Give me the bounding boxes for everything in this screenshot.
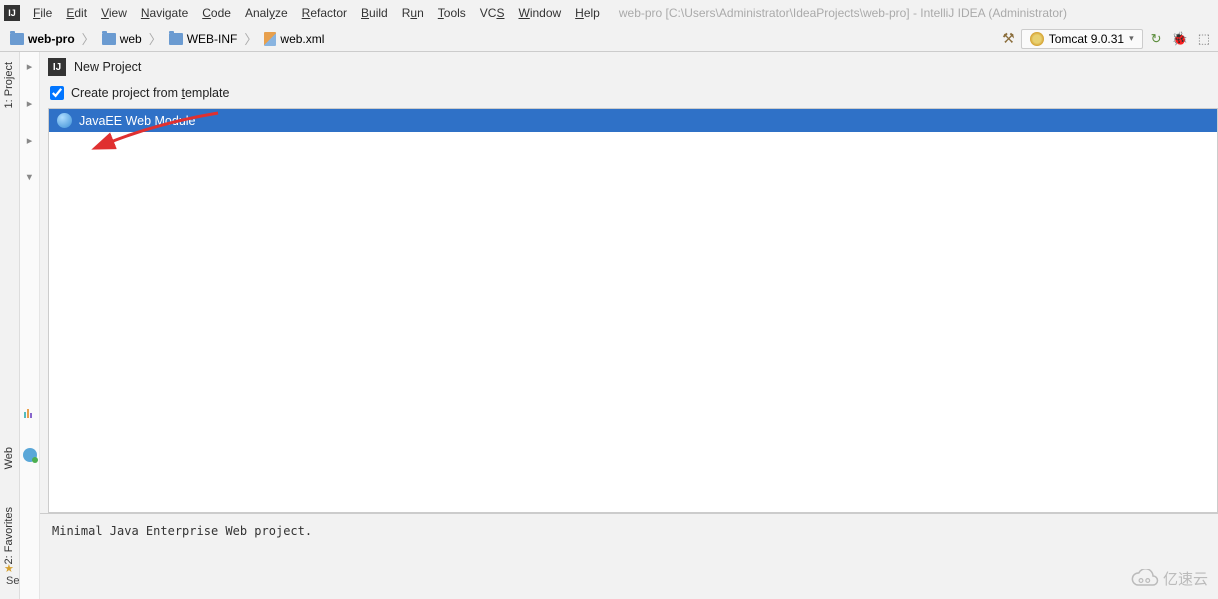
breadcrumb-separator: 〉: [149, 29, 162, 48]
new-project-dialog: IJ New Project Create project from templ…: [40, 52, 1218, 599]
menubar: IJ FileEditViewNavigateCodeAnalyzeRefact…: [0, 0, 1218, 26]
breadcrumb-label: web.xml: [280, 32, 324, 46]
left-tool-gutter: 1: Project Web 2: Favorites ★: [0, 52, 20, 599]
menu-run[interactable]: Run: [395, 3, 431, 23]
watermark-text: 亿速云: [1163, 568, 1208, 589]
chevron-right-icon[interactable]: ▸: [27, 97, 33, 110]
folder-icon: [169, 33, 183, 45]
main-area: 1: Project Web 2: Favorites ★ ▸ ▸ ▸ ▸ IJ…: [0, 52, 1218, 599]
menu-build[interactable]: Build: [354, 3, 395, 23]
rerun-icon[interactable]: ↻: [1149, 31, 1164, 47]
chevron-right-icon[interactable]: ▸: [27, 60, 33, 73]
breadcrumb-item[interactable]: web.xml: [260, 30, 328, 48]
tomcat-icon: [1030, 32, 1044, 46]
template-label: JavaEE Web Module: [79, 114, 196, 128]
star-icon: ★: [4, 562, 14, 575]
breadcrumb-item[interactable]: web: [98, 30, 146, 48]
folder-icon: [102, 33, 116, 45]
menu-tools[interactable]: Tools: [431, 3, 473, 23]
menu-analyze[interactable]: Analyze: [238, 3, 295, 23]
menu-vcs[interactable]: VCS: [473, 3, 512, 23]
dialog-titlebar: IJ New Project: [40, 52, 1218, 82]
template-list[interactable]: JavaEE Web Module: [48, 108, 1218, 513]
template-description: Minimal Java Enterprise Web project.: [40, 513, 1218, 548]
breadcrumb-label: web-pro: [28, 32, 75, 46]
template-checkbox-label: Create project from template: [71, 86, 229, 100]
build-icon[interactable]: ⚒: [1002, 30, 1015, 47]
server-status-icon[interactable]: [23, 448, 37, 462]
breadcrumb-item[interactable]: WEB-INF: [165, 30, 242, 48]
intellij-icon: IJ: [48, 58, 66, 76]
menu-help[interactable]: Help: [568, 3, 607, 23]
globe-icon: [57, 113, 72, 128]
folder-icon: [10, 33, 24, 45]
chevron-right-icon[interactable]: ▸: [27, 134, 33, 147]
template-item[interactable]: JavaEE Web Module: [49, 109, 1217, 132]
stop-icon[interactable]: ⬚: [1196, 31, 1212, 47]
toolwindow-favorites-tab[interactable]: 2: Favorites: [3, 507, 15, 564]
file-icon: [264, 32, 276, 46]
watermark: 亿速云: [1129, 568, 1208, 589]
menu-window[interactable]: Window: [511, 3, 568, 23]
cloud-icon: [1129, 569, 1159, 589]
toolwindow-web-tab[interactable]: Web: [3, 447, 15, 469]
menu-navigate[interactable]: Navigate: [134, 3, 195, 23]
navbar: web-pro 〉 web 〉 WEB-INF 〉 web.xml ⚒ Tomcat 9.0…: [0, 26, 1218, 52]
run-toolbar: ⚒ Tomcat 9.0.31 ▾ ↻ 🐞 ⬚: [1002, 29, 1212, 49]
create-from-template-checkbox[interactable]: Create project from template: [40, 82, 1218, 108]
menu-code[interactable]: Code: [195, 3, 238, 23]
window-title: web-pro [C:\Users\Administrator\IdeaProj…: [619, 6, 1067, 20]
search-everywhere-label[interactable]: Se: [6, 575, 19, 587]
run-debug-icon[interactable]: 🐞: [1170, 31, 1190, 47]
menu-file[interactable]: File: [26, 3, 59, 23]
toolwindow-project-tab[interactable]: 1: Project: [3, 62, 15, 108]
breadcrumb-label: web: [120, 32, 142, 46]
editor-gutter: ▸ ▸ ▸ ▸: [20, 52, 40, 599]
menu-edit[interactable]: Edit: [59, 3, 94, 23]
chevron-down-icon[interactable]: ▸: [23, 175, 36, 181]
dialog-title: New Project: [74, 60, 141, 74]
template-checkbox-input[interactable]: [50, 86, 64, 100]
run-config-selector[interactable]: Tomcat 9.0.31 ▾: [1021, 29, 1143, 49]
menu-refactor[interactable]: Refactor: [295, 3, 354, 23]
stats-icon[interactable]: [24, 408, 36, 418]
intellij-icon: IJ: [4, 5, 20, 21]
breadcrumb: web-pro 〉 web 〉 WEB-INF 〉 web.xml: [6, 29, 328, 48]
breadcrumb-separator: 〉: [82, 29, 95, 48]
breadcrumb-item[interactable]: web-pro: [6, 30, 79, 48]
breadcrumb-separator: 〉: [244, 29, 257, 48]
run-config-label: Tomcat 9.0.31: [1049, 32, 1124, 46]
menu-view[interactable]: View: [94, 3, 134, 23]
breadcrumb-label: WEB-INF: [187, 32, 238, 46]
chevron-down-icon: ▾: [1129, 33, 1134, 44]
